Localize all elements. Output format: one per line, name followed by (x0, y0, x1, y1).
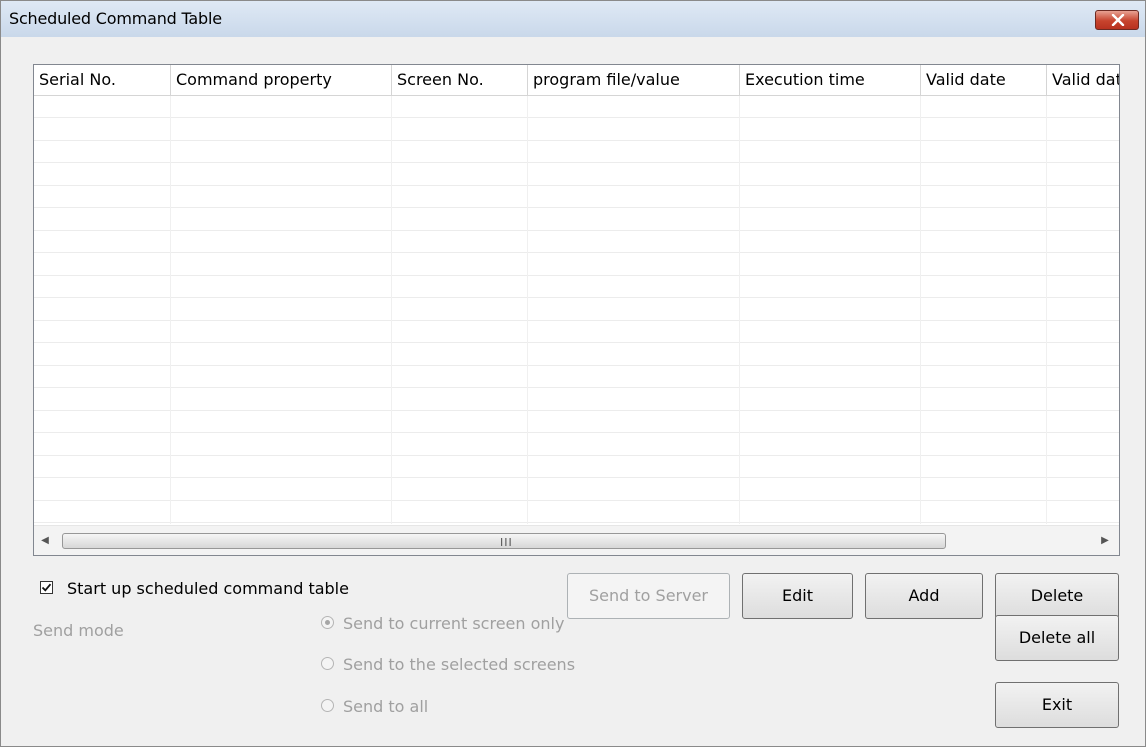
empty-table-row (34, 321, 1119, 343)
empty-table-row (34, 389, 1119, 411)
scheduled-command-table-dialog: Scheduled Command Table Serial No. Comma… (0, 0, 1146, 747)
radio-label-send-to-all[interactable]: Send to all (343, 697, 428, 716)
radio-button[interactable] (321, 657, 334, 670)
scrollbar-thumb[interactable]: III (62, 533, 946, 549)
column-divider (739, 96, 740, 524)
column-divider (170, 96, 171, 524)
empty-table-row (34, 456, 1119, 478)
edit-button[interactable]: Edit (742, 573, 853, 619)
radio-button[interactable] (321, 616, 334, 629)
exit-button[interactable]: Exit (995, 682, 1119, 728)
scrollbar-grip: III (500, 536, 513, 549)
column-divider (920, 96, 921, 524)
scroll-right-icon[interactable]: ▶ (1100, 535, 1110, 547)
startup-checkbox[interactable] (40, 581, 53, 594)
column-header-command-property[interactable]: Command property (171, 65, 392, 95)
empty-table-row (34, 119, 1119, 141)
send-mode-label: Send mode (33, 621, 124, 640)
column-header-valid-date[interactable]: Valid date (921, 65, 1047, 95)
empty-table-row (34, 434, 1119, 456)
exit-label: Exit (1041, 695, 1073, 714)
empty-table-row (34, 501, 1119, 523)
empty-table-row (34, 186, 1119, 208)
empty-table-row (34, 96, 1119, 118)
edit-label: Edit (782, 586, 813, 605)
radio-label-selected-screens[interactable]: Send to the selected screens (343, 655, 575, 674)
radio-selected-dot (325, 620, 330, 625)
empty-table-row (34, 479, 1119, 501)
empty-table-row (34, 141, 1119, 163)
radio-button[interactable] (321, 699, 334, 712)
dialog-body: Serial No. Command property Screen No. p… (1, 37, 1145, 746)
radio-label-current-screen[interactable]: Send to current screen only (343, 614, 564, 633)
empty-table-row (34, 411, 1119, 433)
table-header: Serial No. Command property Screen No. p… (34, 65, 1119, 96)
empty-table-row (34, 299, 1119, 321)
column-header-serial-no[interactable]: Serial No. (34, 65, 171, 95)
column-header-execution-time[interactable]: Execution time (740, 65, 921, 95)
empty-table-row (34, 366, 1119, 388)
window-title: Scheduled Command Table (9, 9, 222, 28)
close-button[interactable] (1095, 10, 1139, 30)
empty-table-row (34, 254, 1119, 276)
add-label: Add (908, 586, 940, 605)
table-body[interactable] (34, 96, 1119, 524)
empty-table-row (34, 276, 1119, 298)
empty-table-row (34, 344, 1119, 366)
checkmark-icon (41, 583, 52, 592)
empty-table-row (34, 231, 1119, 253)
delete-label: Delete (1030, 586, 1084, 605)
send-to-server-button[interactable]: Send to Server (567, 573, 730, 619)
delete-button[interactable]: Delete (995, 573, 1119, 619)
title-bar[interactable]: Scheduled Command Table (1, 1, 1145, 37)
column-header-valid-date-2[interactable]: Valid date (1047, 65, 1119, 95)
column-header-screen-no[interactable]: Screen No. (392, 65, 528, 95)
scroll-left-icon[interactable]: ◀ (40, 535, 50, 547)
add-button[interactable]: Add (865, 573, 983, 619)
column-divider (527, 96, 528, 524)
delete-all-button[interactable]: Delete all (995, 615, 1119, 661)
horizontal-scrollbar[interactable]: ◀ III ▶ (34, 525, 1119, 555)
column-divider (391, 96, 392, 524)
column-divider (1046, 96, 1047, 524)
command-table[interactable]: Serial No. Command property Screen No. p… (33, 64, 1120, 556)
send-to-server-label: Send to Server (589, 586, 708, 605)
empty-table-row (34, 209, 1119, 231)
close-icon (1111, 14, 1125, 26)
startup-checkbox-label[interactable]: Start up scheduled command table (67, 579, 349, 598)
empty-table-row (34, 164, 1119, 186)
column-header-program-file-value[interactable]: program file/value (528, 65, 740, 95)
delete-all-label: Delete all (1018, 628, 1096, 647)
